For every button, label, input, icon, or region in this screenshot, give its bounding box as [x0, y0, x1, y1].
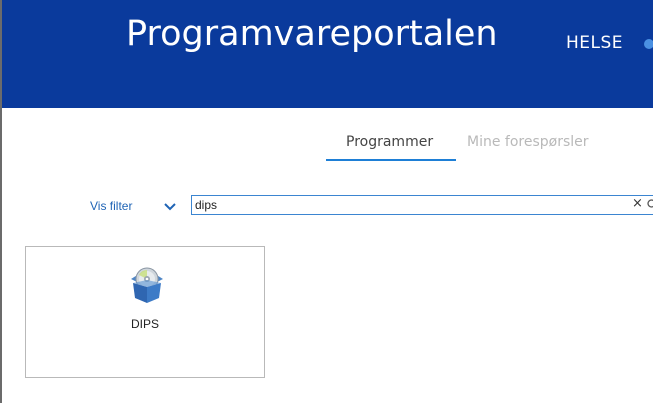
brand-dot-icon — [644, 39, 653, 49]
program-name: DIPS — [130, 317, 159, 331]
tab-mine-foresporsler[interactable]: Mine forespørsler — [467, 134, 589, 150]
portal-header: Programvareportalen HELSE — [2, 0, 653, 108]
brand-logo-text: HELSE — [566, 33, 624, 53]
search-box: × — [191, 195, 653, 215]
program-card[interactable]: DIPS — [25, 246, 265, 378]
active-tab-indicator — [326, 159, 456, 161]
tab-programmer[interactable]: Programmer — [346, 134, 433, 150]
page-title: Programvareportalen — [126, 14, 498, 54]
chevron-down-icon[interactable] — [163, 200, 177, 214]
search-input[interactable] — [195, 197, 615, 213]
software-package-icon — [131, 267, 163, 303]
clear-search-icon[interactable]: × — [632, 196, 643, 211]
tab-bar: Programmer Mine forespørsler — [0, 128, 653, 168]
search-icon[interactable] — [647, 199, 653, 210]
show-filter-link[interactable]: Vis filter — [90, 199, 132, 213]
